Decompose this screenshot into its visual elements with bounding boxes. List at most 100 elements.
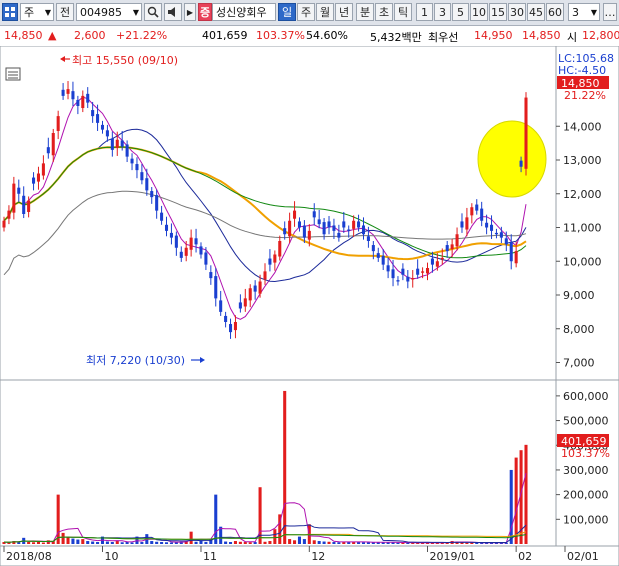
candle-body [100, 124, 105, 130]
volume-bar [120, 542, 124, 544]
candle-body [120, 140, 124, 147]
price-tick-label: 9,000 [563, 289, 595, 302]
interval-button[interactable]: 60 [546, 3, 564, 21]
candle-body [485, 222, 489, 228]
interval-button[interactable]: 45 [527, 3, 545, 21]
best-ask-price: 14,950 [474, 29, 513, 42]
candle-body [209, 272, 213, 279]
candle-body [307, 230, 311, 240]
candle-body [150, 191, 154, 198]
candle-body [475, 204, 479, 211]
candle-body [386, 265, 390, 272]
candle-body [317, 219, 321, 225]
volume-bar [169, 542, 173, 544]
volume-bar [140, 542, 144, 544]
price-tick-label: 7,000 [563, 357, 595, 370]
candle-body [361, 225, 366, 235]
candle-body [401, 268, 405, 275]
stock-code-value: 004985 [80, 6, 122, 19]
volume-ratio: 103.37% [256, 29, 305, 42]
tab-period-minute[interactable]: 분 [356, 3, 374, 21]
tab-period-day[interactable]: 일 [278, 3, 296, 21]
volume-bar [130, 542, 134, 544]
x-tick-label: 2019/01 [430, 550, 476, 563]
candle-body [96, 114, 100, 123]
candle-body [110, 138, 114, 150]
volume-tick-label: 200,000 [563, 489, 609, 502]
stock-code-input[interactable]: 004985 ▼ [76, 3, 142, 21]
candle-body [347, 229, 351, 231]
tab-period-tick[interactable]: 틱 [394, 3, 412, 21]
price-tick-label: 8,000 [563, 323, 595, 336]
tab-period-year[interactable]: 년 [335, 3, 353, 21]
candle-body [460, 221, 464, 228]
candle-body [357, 221, 361, 228]
candle-body [61, 89, 65, 96]
candle-body [278, 241, 282, 257]
price-tick-label: 10,000 [563, 255, 602, 268]
interval-button[interactable]: 3 [434, 3, 451, 21]
prev-button[interactable]: 전 [56, 3, 74, 21]
volume-bar [337, 542, 341, 544]
candle-body [288, 220, 292, 237]
candle-body [524, 97, 528, 169]
volume-bar [81, 539, 85, 544]
candle-body [174, 235, 178, 248]
tab-period-second[interactable]: 초 [375, 3, 393, 21]
volume-bar [327, 541, 331, 544]
open-price: 12,800 [582, 29, 619, 42]
volume-bar [105, 541, 109, 544]
candle-body [243, 298, 247, 307]
interval-count-select[interactable]: 3 ▼ [568, 3, 600, 21]
candle-body [51, 133, 55, 156]
more-button[interactable]: … [603, 3, 617, 21]
next-arrow-button[interactable]: ▶ [184, 3, 196, 21]
low-annotation-text: 최저 7,220 (10/30) [86, 354, 185, 367]
candle-body [416, 268, 420, 275]
candle-body [352, 220, 356, 229]
speaker-button[interactable] [164, 3, 182, 21]
x-tick-label: 02/01 [567, 550, 599, 563]
candle-body [27, 200, 31, 212]
candle-body [194, 238, 198, 245]
candle-body [86, 93, 90, 103]
candle-body [490, 224, 494, 231]
stock-chart[interactable]: 7,000 8,000 9,000 10,000 11,000 12,000 13,000 1… [0, 46, 619, 566]
interval-button[interactable]: 10 [470, 3, 488, 21]
volume-bar [243, 542, 247, 544]
search-button[interactable] [144, 3, 162, 21]
market-select-label: 주 [24, 6, 35, 19]
menu-grid-icon[interactable] [2, 3, 18, 21]
interval-button[interactable]: 30 [508, 3, 526, 21]
tab-period-month[interactable]: 월 [316, 3, 334, 21]
volume-bar [189, 531, 193, 544]
candle-body [76, 99, 80, 106]
tab-period-week[interactable]: 주 [297, 3, 315, 21]
candle-body [204, 252, 208, 265]
candle-body [283, 228, 287, 235]
volume-bar [514, 457, 518, 544]
stock-badge: 증 [198, 3, 212, 21]
volume-bar [263, 541, 267, 544]
interval-button[interactable]: 1 [416, 3, 433, 21]
candle-body [332, 225, 336, 231]
volume-bar [86, 541, 90, 544]
interval-button[interactable]: 15 [489, 3, 507, 21]
volume-tick-label: 300,000 [563, 464, 609, 477]
volume-bar [293, 540, 297, 544]
volume-pct-tag: 103.37% [561, 447, 610, 460]
volume-bar [396, 542, 400, 544]
candle-body [179, 251, 183, 258]
volume-bar [71, 538, 75, 544]
candle-body [450, 244, 454, 250]
candle-body [12, 183, 16, 213]
interval-button[interactable]: 5 [452, 3, 469, 21]
chart-menu-icon[interactable] [5, 67, 21, 81]
candle-body [258, 281, 262, 294]
market-select[interactable]: 주 ▼ [20, 3, 54, 21]
chevron-down-icon: ▼ [132, 8, 139, 17]
volume-bar [204, 542, 208, 544]
candle-body [36, 173, 40, 182]
x-tick-label: 12 [311, 550, 325, 563]
candle-body [312, 211, 316, 218]
